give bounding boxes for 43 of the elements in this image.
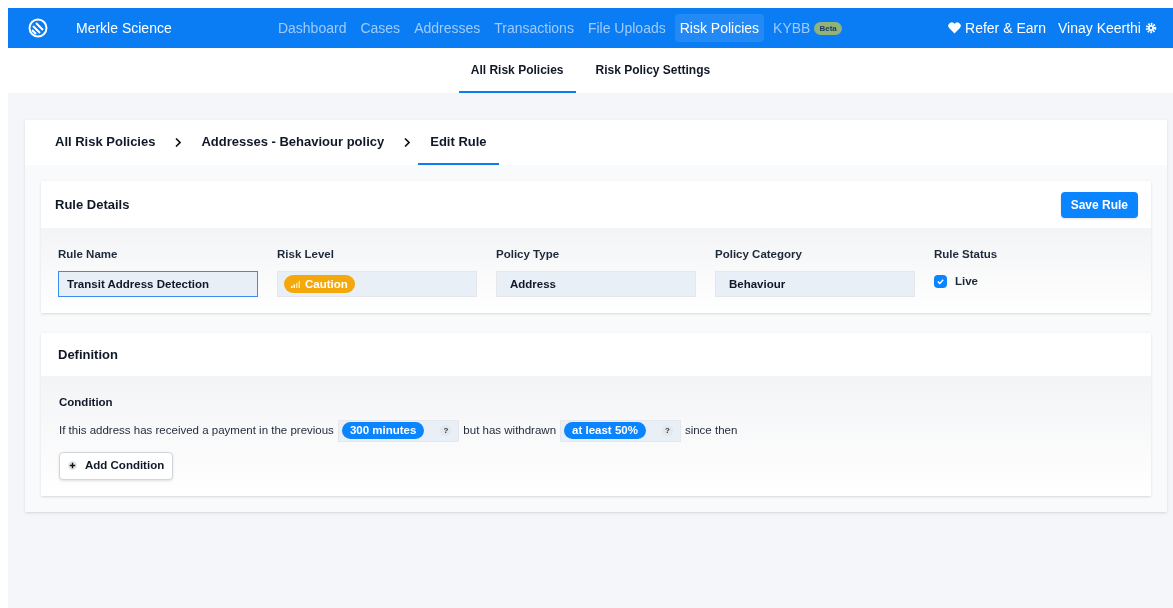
field-label: Policy Type [496, 247, 561, 262]
add-condition-button[interactable]: Add Condition [59, 451, 174, 480]
check-icon [936, 276, 945, 286]
value-pill: 300 minutes [341, 422, 425, 439]
brand-name: Merkle Science [76, 18, 172, 38]
beta-badge: Beta [814, 21, 842, 35]
condition-select[interactable]: at least 50% ? [560, 419, 681, 442]
gear-icon [1145, 22, 1157, 34]
help-icon[interactable]: ? [440, 425, 452, 436]
breadcrumb-link[interactable]: Addresses - Behaviour policy [201, 120, 385, 165]
text-input[interactable]: Transit Address Detection [58, 271, 258, 298]
condition-text: If this address has received a payment in the previous [59, 422, 334, 438]
sub-tab[interactable]: Risk Policy Settings [583, 48, 723, 93]
heart-icon [948, 22, 962, 34]
field-label: Risk Level [277, 247, 335, 262]
signal-icon [291, 280, 301, 289]
readonly-field: Address [496, 271, 696, 298]
breadcrumb-link[interactable]: All Risk Policies [55, 120, 156, 165]
chevron-icon [404, 138, 411, 147]
breadcrumb-link[interactable]: Edit Rule [418, 120, 499, 165]
checkbox-label: Live [955, 273, 978, 289]
chevron-icon [175, 138, 182, 147]
value-pill: at least 50% [564, 422, 646, 439]
user-menu[interactable]: Vinay Keerthi [1057, 17, 1157, 39]
risk-badge: Caution [284, 275, 355, 294]
plus-icon [68, 461, 77, 470]
logo-icon [28, 18, 48, 38]
condition-text: since then [684, 422, 738, 438]
field-label: Rule Status [934, 247, 999, 262]
help-icon[interactable]: ? [661, 425, 673, 436]
field-label: Policy Category [715, 247, 803, 262]
condition-text: but has withdrawn [463, 422, 557, 438]
readonly-field: Behaviour [715, 271, 915, 298]
condition-select[interactable]: 300 minutes ? [337, 419, 460, 442]
field-label: Rule Name [58, 247, 119, 262]
nav-tab[interactable]: Risk Policies [674, 14, 765, 42]
section-title: Rule Details [55, 195, 130, 214]
section-title: Definition [58, 346, 118, 364]
save-button[interactable]: Save Rule [1060, 191, 1138, 218]
condition-label: Condition [59, 395, 114, 411]
nav-tab[interactable]: KYBB Beta [768, 14, 847, 42]
checkbox[interactable] [934, 274, 947, 288]
refer-link[interactable]: Refer & Earn [948, 17, 1046, 39]
